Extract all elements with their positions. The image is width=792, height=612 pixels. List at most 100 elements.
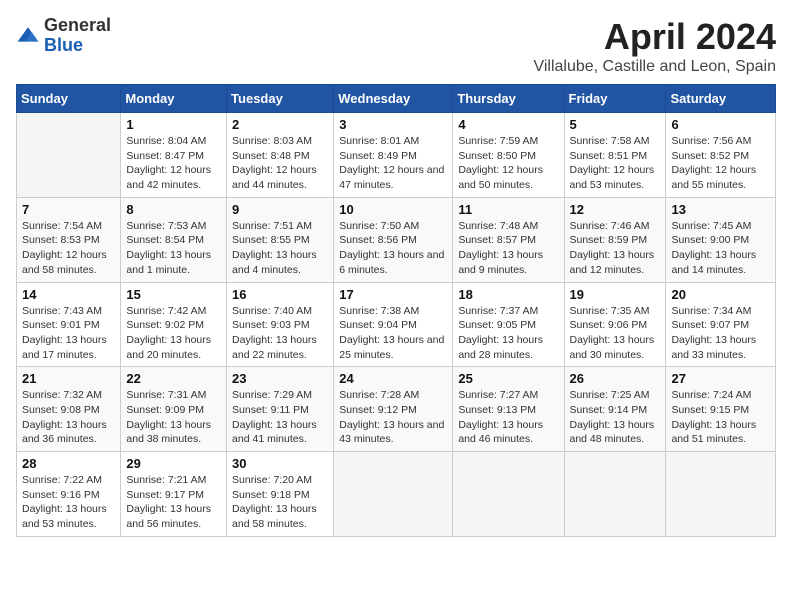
day-number: 10 xyxy=(339,202,447,217)
day-number: 23 xyxy=(232,371,328,386)
calendar-cell xyxy=(453,452,564,537)
day-info: Sunrise: 7:31 AMSunset: 9:09 PMDaylight:… xyxy=(126,388,221,447)
calendar-week-row: 28 Sunrise: 7:22 AMSunset: 9:16 PMDaylig… xyxy=(17,452,776,537)
day-number: 20 xyxy=(671,287,770,302)
logo-blue: Blue xyxy=(44,36,111,56)
calendar-cell: 30 Sunrise: 7:20 AMSunset: 9:18 PMDaylig… xyxy=(227,452,334,537)
day-number: 5 xyxy=(570,117,661,132)
day-info: Sunrise: 8:03 AMSunset: 8:48 PMDaylight:… xyxy=(232,134,328,193)
calendar-cell: 24 Sunrise: 7:28 AMSunset: 9:12 PMDaylig… xyxy=(334,367,453,452)
day-info: Sunrise: 7:24 AMSunset: 9:15 PMDaylight:… xyxy=(671,388,770,447)
logo-icon xyxy=(16,24,40,48)
weekday-header-row: SundayMondayTuesdayWednesdayThursdayFrid… xyxy=(17,85,776,113)
calendar-cell: 23 Sunrise: 7:29 AMSunset: 9:11 PMDaylig… xyxy=(227,367,334,452)
day-number: 2 xyxy=(232,117,328,132)
day-info: Sunrise: 7:56 AMSunset: 8:52 PMDaylight:… xyxy=(671,134,770,193)
day-number: 9 xyxy=(232,202,328,217)
day-info: Sunrise: 7:20 AMSunset: 9:18 PMDaylight:… xyxy=(232,473,328,532)
day-number: 28 xyxy=(22,456,115,471)
title-area: April 2024 Villalube, Castille and Leon,… xyxy=(533,16,776,76)
day-number: 21 xyxy=(22,371,115,386)
day-info: Sunrise: 7:45 AMSunset: 9:00 PMDaylight:… xyxy=(671,219,770,278)
day-number: 24 xyxy=(339,371,447,386)
day-info: Sunrise: 7:21 AMSunset: 9:17 PMDaylight:… xyxy=(126,473,221,532)
calendar-cell: 18 Sunrise: 7:37 AMSunset: 9:05 PMDaylig… xyxy=(453,282,564,367)
calendar-week-row: 21 Sunrise: 7:32 AMSunset: 9:08 PMDaylig… xyxy=(17,367,776,452)
day-info: Sunrise: 7:42 AMSunset: 9:02 PMDaylight:… xyxy=(126,304,221,363)
calendar-cell: 12 Sunrise: 7:46 AMSunset: 8:59 PMDaylig… xyxy=(564,197,666,282)
calendar-cell: 25 Sunrise: 7:27 AMSunset: 9:13 PMDaylig… xyxy=(453,367,564,452)
day-info: Sunrise: 7:58 AMSunset: 8:51 PMDaylight:… xyxy=(570,134,661,193)
calendar-cell: 15 Sunrise: 7:42 AMSunset: 9:02 PMDaylig… xyxy=(121,282,227,367)
header: General Blue April 2024 Villalube, Casti… xyxy=(16,16,776,76)
day-info: Sunrise: 7:37 AMSunset: 9:05 PMDaylight:… xyxy=(458,304,558,363)
day-number: 1 xyxy=(126,117,221,132)
day-info: Sunrise: 7:32 AMSunset: 9:08 PMDaylight:… xyxy=(22,388,115,447)
weekday-header: Thursday xyxy=(453,85,564,113)
weekday-header: Wednesday xyxy=(334,85,453,113)
logo-general: General xyxy=(44,16,111,36)
calendar-cell: 13 Sunrise: 7:45 AMSunset: 9:00 PMDaylig… xyxy=(666,197,776,282)
day-number: 25 xyxy=(458,371,558,386)
calendar-cell xyxy=(334,452,453,537)
day-info: Sunrise: 7:35 AMSunset: 9:06 PMDaylight:… xyxy=(570,304,661,363)
calendar-week-row: 1 Sunrise: 8:04 AMSunset: 8:47 PMDayligh… xyxy=(17,113,776,198)
day-number: 4 xyxy=(458,117,558,132)
day-info: Sunrise: 7:51 AMSunset: 8:55 PMDaylight:… xyxy=(232,219,328,278)
day-info: Sunrise: 7:29 AMSunset: 9:11 PMDaylight:… xyxy=(232,388,328,447)
day-info: Sunrise: 7:43 AMSunset: 9:01 PMDaylight:… xyxy=(22,304,115,363)
calendar-cell: 29 Sunrise: 7:21 AMSunset: 9:17 PMDaylig… xyxy=(121,452,227,537)
weekday-header: Monday xyxy=(121,85,227,113)
day-number: 22 xyxy=(126,371,221,386)
day-number: 19 xyxy=(570,287,661,302)
calendar-cell: 16 Sunrise: 7:40 AMSunset: 9:03 PMDaylig… xyxy=(227,282,334,367)
day-info: Sunrise: 7:27 AMSunset: 9:13 PMDaylight:… xyxy=(458,388,558,447)
day-info: Sunrise: 7:46 AMSunset: 8:59 PMDaylight:… xyxy=(570,219,661,278)
calendar-cell: 21 Sunrise: 7:32 AMSunset: 9:08 PMDaylig… xyxy=(17,367,121,452)
day-info: Sunrise: 7:59 AMSunset: 8:50 PMDaylight:… xyxy=(458,134,558,193)
day-info: Sunrise: 7:54 AMSunset: 8:53 PMDaylight:… xyxy=(22,219,115,278)
calendar-cell: 19 Sunrise: 7:35 AMSunset: 9:06 PMDaylig… xyxy=(564,282,666,367)
main-title: April 2024 xyxy=(533,16,776,58)
day-number: 17 xyxy=(339,287,447,302)
calendar-cell: 3 Sunrise: 8:01 AMSunset: 8:49 PMDayligh… xyxy=(334,113,453,198)
logo: General Blue xyxy=(16,16,111,56)
calendar-cell: 4 Sunrise: 7:59 AMSunset: 8:50 PMDayligh… xyxy=(453,113,564,198)
day-number: 26 xyxy=(570,371,661,386)
day-info: Sunrise: 7:40 AMSunset: 9:03 PMDaylight:… xyxy=(232,304,328,363)
day-number: 6 xyxy=(671,117,770,132)
day-number: 7 xyxy=(22,202,115,217)
day-number: 15 xyxy=(126,287,221,302)
weekday-header: Tuesday xyxy=(227,85,334,113)
calendar-cell: 2 Sunrise: 8:03 AMSunset: 8:48 PMDayligh… xyxy=(227,113,334,198)
day-info: Sunrise: 7:22 AMSunset: 9:16 PMDaylight:… xyxy=(22,473,115,532)
day-info: Sunrise: 8:01 AMSunset: 8:49 PMDaylight:… xyxy=(339,134,447,193)
calendar-cell: 6 Sunrise: 7:56 AMSunset: 8:52 PMDayligh… xyxy=(666,113,776,198)
calendar-cell: 27 Sunrise: 7:24 AMSunset: 9:15 PMDaylig… xyxy=(666,367,776,452)
calendar-cell xyxy=(17,113,121,198)
calendar-cell: 20 Sunrise: 7:34 AMSunset: 9:07 PMDaylig… xyxy=(666,282,776,367)
calendar-cell: 28 Sunrise: 7:22 AMSunset: 9:16 PMDaylig… xyxy=(17,452,121,537)
calendar-cell: 5 Sunrise: 7:58 AMSunset: 8:51 PMDayligh… xyxy=(564,113,666,198)
calendar-cell: 22 Sunrise: 7:31 AMSunset: 9:09 PMDaylig… xyxy=(121,367,227,452)
calendar-cell: 17 Sunrise: 7:38 AMSunset: 9:04 PMDaylig… xyxy=(334,282,453,367)
day-info: Sunrise: 7:38 AMSunset: 9:04 PMDaylight:… xyxy=(339,304,447,363)
calendar-cell: 1 Sunrise: 8:04 AMSunset: 8:47 PMDayligh… xyxy=(121,113,227,198)
day-number: 18 xyxy=(458,287,558,302)
day-number: 12 xyxy=(570,202,661,217)
day-number: 14 xyxy=(22,287,115,302)
day-info: Sunrise: 8:04 AMSunset: 8:47 PMDaylight:… xyxy=(126,134,221,193)
day-number: 11 xyxy=(458,202,558,217)
calendar-cell: 11 Sunrise: 7:48 AMSunset: 8:57 PMDaylig… xyxy=(453,197,564,282)
day-info: Sunrise: 7:48 AMSunset: 8:57 PMDaylight:… xyxy=(458,219,558,278)
calendar-cell: 26 Sunrise: 7:25 AMSunset: 9:14 PMDaylig… xyxy=(564,367,666,452)
day-number: 3 xyxy=(339,117,447,132)
day-number: 29 xyxy=(126,456,221,471)
logo-text: General Blue xyxy=(44,16,111,56)
weekday-header: Sunday xyxy=(17,85,121,113)
weekday-header: Saturday xyxy=(666,85,776,113)
calendar-table: SundayMondayTuesdayWednesdayThursdayFrid… xyxy=(16,84,776,537)
day-info: Sunrise: 7:50 AMSunset: 8:56 PMDaylight:… xyxy=(339,219,447,278)
day-number: 27 xyxy=(671,371,770,386)
calendar-cell: 8 Sunrise: 7:53 AMSunset: 8:54 PMDayligh… xyxy=(121,197,227,282)
